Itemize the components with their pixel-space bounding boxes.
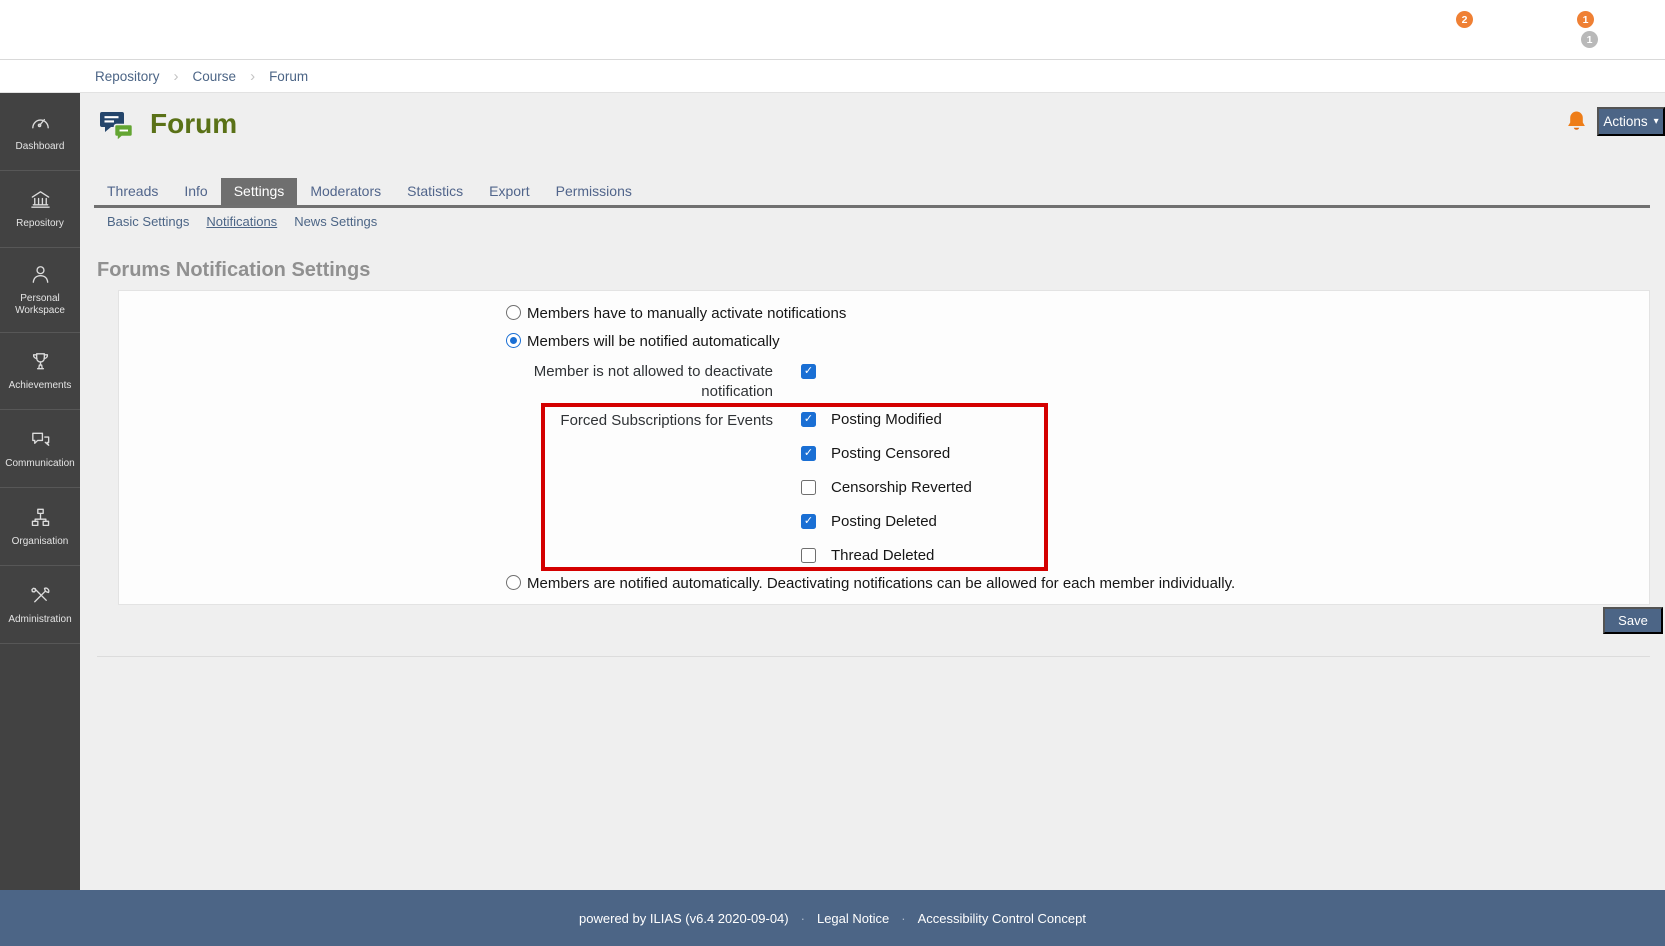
tab-threads[interactable]: Threads xyxy=(94,178,171,205)
deactivate-notification-label: Member is not allowed to deactivate noti… xyxy=(533,363,773,400)
tab-settings[interactable]: Settings xyxy=(220,178,298,205)
breadcrumb-repository[interactable]: Repository xyxy=(95,69,160,84)
achievements-trophy-icon xyxy=(32,353,48,370)
checkbox-posting-modified[interactable] xyxy=(801,412,816,427)
chevron-right-icon: › xyxy=(250,67,256,85)
main-sidebar: Dashboard Repository Personal Workspace … xyxy=(0,93,80,890)
communication-icon xyxy=(31,432,49,446)
breadcrumb: Repository › Course › Forum xyxy=(95,60,308,92)
sidebar-item-administration[interactable]: Administration xyxy=(0,566,80,644)
sidebar-item-personal-workspace[interactable]: Personal Workspace xyxy=(0,248,80,333)
radio-row-auto: Members will be notified automatically xyxy=(506,333,780,351)
page-title: Forum xyxy=(150,108,238,139)
notifications-badge: 2 xyxy=(1456,11,1473,28)
sidebar-item-organisation[interactable]: Organisation xyxy=(0,488,80,566)
breadcrumb-forum[interactable]: Forum xyxy=(269,69,308,84)
checkbox-posting-modified-label[interactable]: Posting Modified xyxy=(831,410,942,429)
personal-workspace-icon xyxy=(32,266,48,283)
checkbox-censorship-reverted[interactable] xyxy=(801,480,816,495)
sidebar-item-communication[interactable]: Communication xyxy=(0,410,80,488)
subtab-basic-settings[interactable]: Basic Settings xyxy=(107,212,189,232)
sidebar-item-repository[interactable]: Repository xyxy=(0,171,80,248)
radio-individual-deactivation[interactable] xyxy=(506,575,521,590)
footer-separator: · xyxy=(901,910,906,926)
radio-manual-activation-label[interactable]: Members have to manually activate notifi… xyxy=(527,305,846,323)
subtab-bar: Basic Settings Notifications News Settin… xyxy=(107,212,377,232)
radio-individual-deactivation-label[interactable]: Members are notified automatically. Deac… xyxy=(527,575,1235,593)
sidebar-item-achievements[interactable]: Achievements xyxy=(0,333,80,410)
form-section-title: Forums Notification Settings xyxy=(97,259,371,281)
radio-row-manual: Members have to manually activate notifi… xyxy=(506,305,846,323)
legal-notice-link[interactable]: Legal Notice xyxy=(817,911,889,926)
checkbox-thread-deleted[interactable] xyxy=(801,548,816,563)
radio-row-individual: Members are notified automatically. Deac… xyxy=(506,575,1235,593)
checkbox-posting-deleted[interactable] xyxy=(801,514,816,529)
tab-permissions[interactable]: Permissions xyxy=(543,178,645,205)
repository-icon xyxy=(30,191,50,208)
radio-manual-activation[interactable] xyxy=(506,305,521,320)
checkbox-censorship-reverted-label[interactable]: Censorship Reverted xyxy=(831,478,972,497)
contacts-badge-secondary: 1 xyxy=(1581,31,1598,48)
tab-underline xyxy=(94,205,1650,208)
powered-by-text: powered by ILIAS (v6.4 2020-09-04) xyxy=(579,910,789,926)
administration-tools-icon xyxy=(30,587,49,602)
tab-moderators[interactable]: Moderators xyxy=(297,178,394,205)
forced-subscriptions-label: Forced Subscriptions for Events xyxy=(560,412,773,429)
radio-auto-notification-label[interactable]: Members will be notified automatically xyxy=(527,333,780,351)
checkbox-posting-deleted-label[interactable]: Posting Deleted xyxy=(831,512,937,531)
page-footer: powered by ILIAS (v6.4 2020-09-04) · Leg… xyxy=(0,890,1665,946)
top-header-bar xyxy=(0,0,1665,60)
footer-separator: · xyxy=(800,910,805,926)
checkbox-thread-deleted-label[interactable]: Thread Deleted xyxy=(831,546,934,565)
tab-bar: Threads Info Settings Moderators Statist… xyxy=(94,178,645,205)
accessibility-link[interactable]: Accessibility Control Concept xyxy=(918,911,1086,926)
forum-notification-bell-icon[interactable] xyxy=(1566,110,1587,133)
tab-info[interactable]: Info xyxy=(171,178,220,205)
radio-auto-notification[interactable] xyxy=(506,333,521,348)
forum-object-icon xyxy=(100,112,134,143)
save-button[interactable]: Save xyxy=(1603,607,1663,634)
tab-statistics[interactable]: Statistics xyxy=(394,178,476,205)
subtab-notifications[interactable]: Notifications xyxy=(206,212,277,232)
dashboard-icon xyxy=(31,118,49,128)
section-divider xyxy=(97,656,1650,657)
breadcrumb-course[interactable]: Course xyxy=(193,69,237,84)
checkbox-posting-censored[interactable] xyxy=(801,446,816,461)
checkbox-deactivate-notification[interactable] xyxy=(801,364,816,379)
actions-button[interactable]: Actions xyxy=(1597,107,1665,136)
contacts-badge-primary: 1 xyxy=(1577,11,1594,28)
tab-export[interactable]: Export xyxy=(476,178,542,205)
sidebar-item-dashboard[interactable]: Dashboard xyxy=(0,93,80,171)
chevron-right-icon: › xyxy=(173,67,179,85)
checkbox-posting-censored-label[interactable]: Posting Censored xyxy=(831,444,950,463)
organisation-icon xyxy=(31,508,49,526)
subtab-news-settings[interactable]: News Settings xyxy=(294,212,377,232)
